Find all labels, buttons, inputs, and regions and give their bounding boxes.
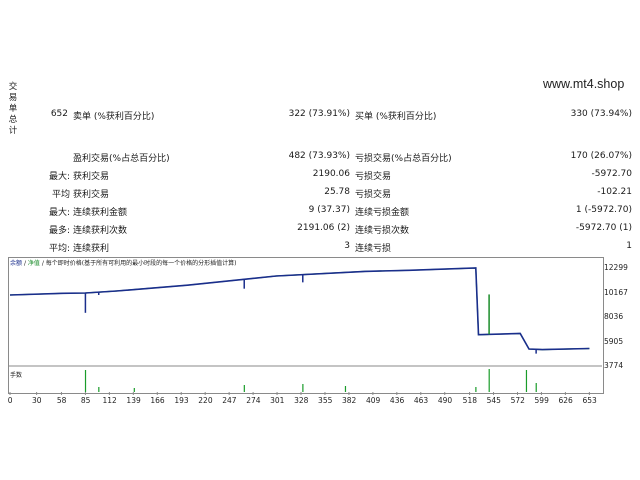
y-tick-label: 5905 [604,336,624,346]
x-tick-label: 653 [582,396,597,405]
x-tick-label: 626 [558,396,573,405]
x-tick-label: 518 [462,396,477,405]
x-tick-label: 166 [150,396,165,405]
x-tick-label: 355 [318,396,333,405]
volume-layer [84,369,537,392]
equity-line [9,267,590,351]
x-tick-label: 301 [270,396,285,405]
x-tick-label: 85 [80,396,91,405]
x-tick-label: 328 [294,396,309,405]
x-tick-label: 382 [342,396,357,405]
x-tick-label: 436 [389,396,405,405]
volume-bar [98,387,100,392]
y-tick-label: 12299 [604,263,628,272]
x-tick-label: 112 [102,396,117,405]
x-tick-label: 220 [198,396,213,405]
volume-bar [535,383,537,392]
x-tick-label: 30 [32,396,42,405]
volume-bar [344,386,347,392]
x-tick-label: 193 [174,396,189,405]
volume-bar [302,384,304,392]
y-tick-label: 8036 [604,312,624,321]
series-layer [9,267,590,354]
x-tick-label: 247 [222,396,237,405]
volume-bar [475,387,477,392]
y-tick-label: 10167 [604,287,628,297]
x-tick-label: 139 [126,396,141,405]
balance-line [9,267,590,351]
x-tick-label: 0 [7,396,13,405]
x-tick-label: 463 [413,396,429,405]
volume-bar [133,388,135,392]
volume-bar [84,370,87,392]
x-tick-label: 572 [510,396,525,405]
x-tick-label: 409 [365,396,381,405]
x-tick-label: 490 [437,396,453,405]
balance-chart [8,267,602,395]
volume-bar [525,370,528,392]
x-tick-label: 274 [246,396,261,405]
x-tick-label: 599 [534,396,549,405]
volume-bar [488,369,490,392]
x-tick-label: 545 [486,396,501,405]
x-tick-label: 58 [56,396,67,405]
x-axis-ticks [9,392,590,395]
y-tick-label: 3774 [604,361,624,370]
volume-bar [243,385,245,392]
